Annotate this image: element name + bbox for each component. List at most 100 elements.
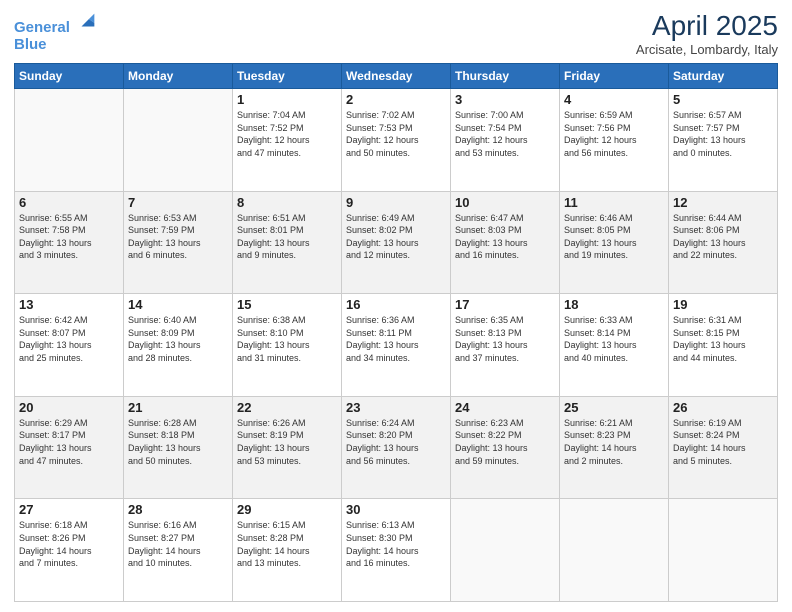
calendar-cell: 15Sunrise: 6:38 AM Sunset: 8:10 PM Dayli… xyxy=(233,294,342,397)
day-info: Sunrise: 6:28 AM Sunset: 8:18 PM Dayligh… xyxy=(128,417,228,467)
calendar: Sunday Monday Tuesday Wednesday Thursday… xyxy=(14,63,778,602)
calendar-cell: 6 Sunrise: 6:55 AM Sunset: 7:58 PM Daylig… xyxy=(15,191,124,294)
calendar-cell: 18 Sunrise: 6:33 AM Sunset: 8:14 PM Dayli… xyxy=(560,294,669,397)
col-friday: Friday xyxy=(560,64,669,89)
day-number: 22 xyxy=(237,400,337,415)
calendar-cell xyxy=(451,499,560,602)
day-number: 4 xyxy=(564,92,664,107)
day-info: Sunrise: 6:21 AM Sunset: 8:23 PM Dayligh… xyxy=(564,417,664,467)
day-number: 18 xyxy=(564,297,664,312)
location-subtitle: Arcisate, Lombardy, Italy xyxy=(636,42,778,57)
day-info: Sunrise: 6:29 AM Sunset: 8:17 PM Dayligh… xyxy=(19,417,119,467)
calendar-cell: 2 Sunrise: 7:02 AM Sunset: 7:53 PM Daylig… xyxy=(342,89,451,192)
day-number: 2 xyxy=(346,92,446,107)
day-number: 19 xyxy=(673,297,773,312)
header-row: Sunday Monday Tuesday Wednesday Thursday… xyxy=(15,64,778,89)
calendar-cell: 3Sunrise: 7:00 AM Sunset: 7:54 PM Daylig… xyxy=(451,89,560,192)
day-number: 23 xyxy=(346,400,446,415)
day-info: Sunrise: 6:36 AM Sunset: 8:11 PM Dayligh… xyxy=(346,314,446,364)
day-number: 9 xyxy=(346,195,446,210)
calendar-cell: 19 Sunrise: 6:31 AM Sunset: 8:15 PM Dayli… xyxy=(669,294,778,397)
day-info: Sunrise: 6:46 AM Sunset: 8:05 PM Dayligh… xyxy=(564,212,664,262)
day-number: 30 xyxy=(346,502,446,517)
day-number: 6 xyxy=(19,195,119,210)
day-info: Sunrise: 7:04 AM Sunset: 7:52 PM Dayligh… xyxy=(237,109,337,159)
calendar-cell: 10 Sunrise: 6:47 AM Sunset: 8:03 PM Dayli… xyxy=(451,191,560,294)
day-info: Sunrise: 6:31 AM Sunset: 8:15 PM Dayligh… xyxy=(673,314,773,364)
day-info: Sunrise: 6:26 AM Sunset: 8:19 PM Dayligh… xyxy=(237,417,337,467)
day-number: 16 xyxy=(346,297,446,312)
calendar-cell: 8Sunrise: 6:51 AM Sunset: 8:01 PM Daylig… xyxy=(233,191,342,294)
day-number: 24 xyxy=(455,400,555,415)
title-block: April 2025 Arcisate, Lombardy, Italy xyxy=(636,10,778,57)
day-info: Sunrise: 6:23 AM Sunset: 8:22 PM Dayligh… xyxy=(455,417,555,467)
day-info: Sunrise: 6:49 AM Sunset: 8:02 PM Dayligh… xyxy=(346,212,446,262)
col-sunday: Sunday xyxy=(15,64,124,89)
day-number: 12 xyxy=(673,195,773,210)
calendar-cell xyxy=(560,499,669,602)
col-tuesday: Tuesday xyxy=(233,64,342,89)
calendar-cell xyxy=(15,89,124,192)
logo-blue: Blue xyxy=(14,37,98,54)
calendar-cell: 22 Sunrise: 6:26 AM Sunset: 8:19 PM Dayli… xyxy=(233,396,342,499)
col-wednesday: Wednesday xyxy=(342,64,451,89)
day-number: 1 xyxy=(237,92,337,107)
day-number: 20 xyxy=(19,400,119,415)
calendar-cell: 23 Sunrise: 6:24 AM Sunset: 8:20 PM Dayli… xyxy=(342,396,451,499)
day-info: Sunrise: 6:16 AM Sunset: 8:27 PM Dayligh… xyxy=(128,519,228,569)
day-number: 21 xyxy=(128,400,228,415)
day-number: 5 xyxy=(673,92,773,107)
calendar-cell: 7 Sunrise: 6:53 AM Sunset: 7:59 PM Daylig… xyxy=(124,191,233,294)
day-info: Sunrise: 7:02 AM Sunset: 7:53 PM Dayligh… xyxy=(346,109,446,159)
logo: General Blue xyxy=(14,10,98,53)
day-number: 7 xyxy=(128,195,228,210)
calendar-cell: 16 Sunrise: 6:36 AM Sunset: 8:11 PM Dayli… xyxy=(342,294,451,397)
calendar-cell: 21 Sunrise: 6:28 AM Sunset: 8:18 PM Dayli… xyxy=(124,396,233,499)
day-info: Sunrise: 6:35 AM Sunset: 8:13 PM Dayligh… xyxy=(455,314,555,364)
logo-icon xyxy=(76,10,98,32)
calendar-cell: 24 Sunrise: 6:23 AM Sunset: 8:22 PM Dayli… xyxy=(451,396,560,499)
calendar-cell: 29 Sunrise: 6:15 AM Sunset: 8:28 PM Dayli… xyxy=(233,499,342,602)
logo-text: General xyxy=(14,10,98,37)
day-number: 28 xyxy=(128,502,228,517)
day-info: Sunrise: 7:00 AM Sunset: 7:54 PM Dayligh… xyxy=(455,109,555,159)
day-info: Sunrise: 6:24 AM Sunset: 8:20 PM Dayligh… xyxy=(346,417,446,467)
calendar-cell: 1 Sunrise: 7:04 AM Sunset: 7:52 PM Daylig… xyxy=(233,89,342,192)
calendar-cell: 28 Sunrise: 6:16 AM Sunset: 8:27 PM Dayli… xyxy=(124,499,233,602)
calendar-cell: 5 Sunrise: 6:57 AM Sunset: 7:57 PM Daylig… xyxy=(669,89,778,192)
day-info: Sunrise: 6:40 AM Sunset: 8:09 PM Dayligh… xyxy=(128,314,228,364)
day-info: Sunrise: 6:53 AM Sunset: 7:59 PM Dayligh… xyxy=(128,212,228,262)
calendar-cell: 30 Sunrise: 6:13 AM Sunset: 8:30 PM Dayli… xyxy=(342,499,451,602)
day-info: Sunrise: 6:15 AM Sunset: 8:28 PM Dayligh… xyxy=(237,519,337,569)
calendar-cell: 13 Sunrise: 6:42 AM Sunset: 8:07 PM Dayli… xyxy=(15,294,124,397)
day-number: 17 xyxy=(455,297,555,312)
calendar-cell: 4 Sunrise: 6:59 AM Sunset: 7:56 PM Daylig… xyxy=(560,89,669,192)
day-number: 13 xyxy=(19,297,119,312)
col-thursday: Thursday xyxy=(451,64,560,89)
day-number: 10 xyxy=(455,195,555,210)
calendar-cell xyxy=(124,89,233,192)
calendar-cell: 27 Sunrise: 6:18 AM Sunset: 8:26 PM Dayli… xyxy=(15,499,124,602)
col-saturday: Saturday xyxy=(669,64,778,89)
day-info: Sunrise: 6:19 AM Sunset: 8:24 PM Dayligh… xyxy=(673,417,773,467)
day-number: 27 xyxy=(19,502,119,517)
day-info: Sunrise: 6:47 AM Sunset: 8:03 PM Dayligh… xyxy=(455,212,555,262)
day-number: 11 xyxy=(564,195,664,210)
day-info: Sunrise: 6:57 AM Sunset: 7:57 PM Dayligh… xyxy=(673,109,773,159)
calendar-cell: 25Sunrise: 6:21 AM Sunset: 8:23 PM Dayli… xyxy=(560,396,669,499)
calendar-cell: 20 Sunrise: 6:29 AM Sunset: 8:17 PM Dayli… xyxy=(15,396,124,499)
calendar-cell xyxy=(669,499,778,602)
month-title: April 2025 xyxy=(636,10,778,42)
calendar-cell: 17 Sunrise: 6:35 AM Sunset: 8:13 PM Dayli… xyxy=(451,294,560,397)
day-info: Sunrise: 6:42 AM Sunset: 8:07 PM Dayligh… xyxy=(19,314,119,364)
day-info: Sunrise: 6:13 AM Sunset: 8:30 PM Dayligh… xyxy=(346,519,446,569)
calendar-cell: 12Sunrise: 6:44 AM Sunset: 8:06 PM Dayli… xyxy=(669,191,778,294)
day-info: Sunrise: 6:33 AM Sunset: 8:14 PM Dayligh… xyxy=(564,314,664,364)
day-info: Sunrise: 6:59 AM Sunset: 7:56 PM Dayligh… xyxy=(564,109,664,159)
day-info: Sunrise: 6:18 AM Sunset: 8:26 PM Dayligh… xyxy=(19,519,119,569)
day-number: 29 xyxy=(237,502,337,517)
day-number: 14 xyxy=(128,297,228,312)
day-info: Sunrise: 6:55 AM Sunset: 7:58 PM Dayligh… xyxy=(19,212,119,262)
day-number: 26 xyxy=(673,400,773,415)
calendar-cell: 9 Sunrise: 6:49 AM Sunset: 8:02 PM Daylig… xyxy=(342,191,451,294)
